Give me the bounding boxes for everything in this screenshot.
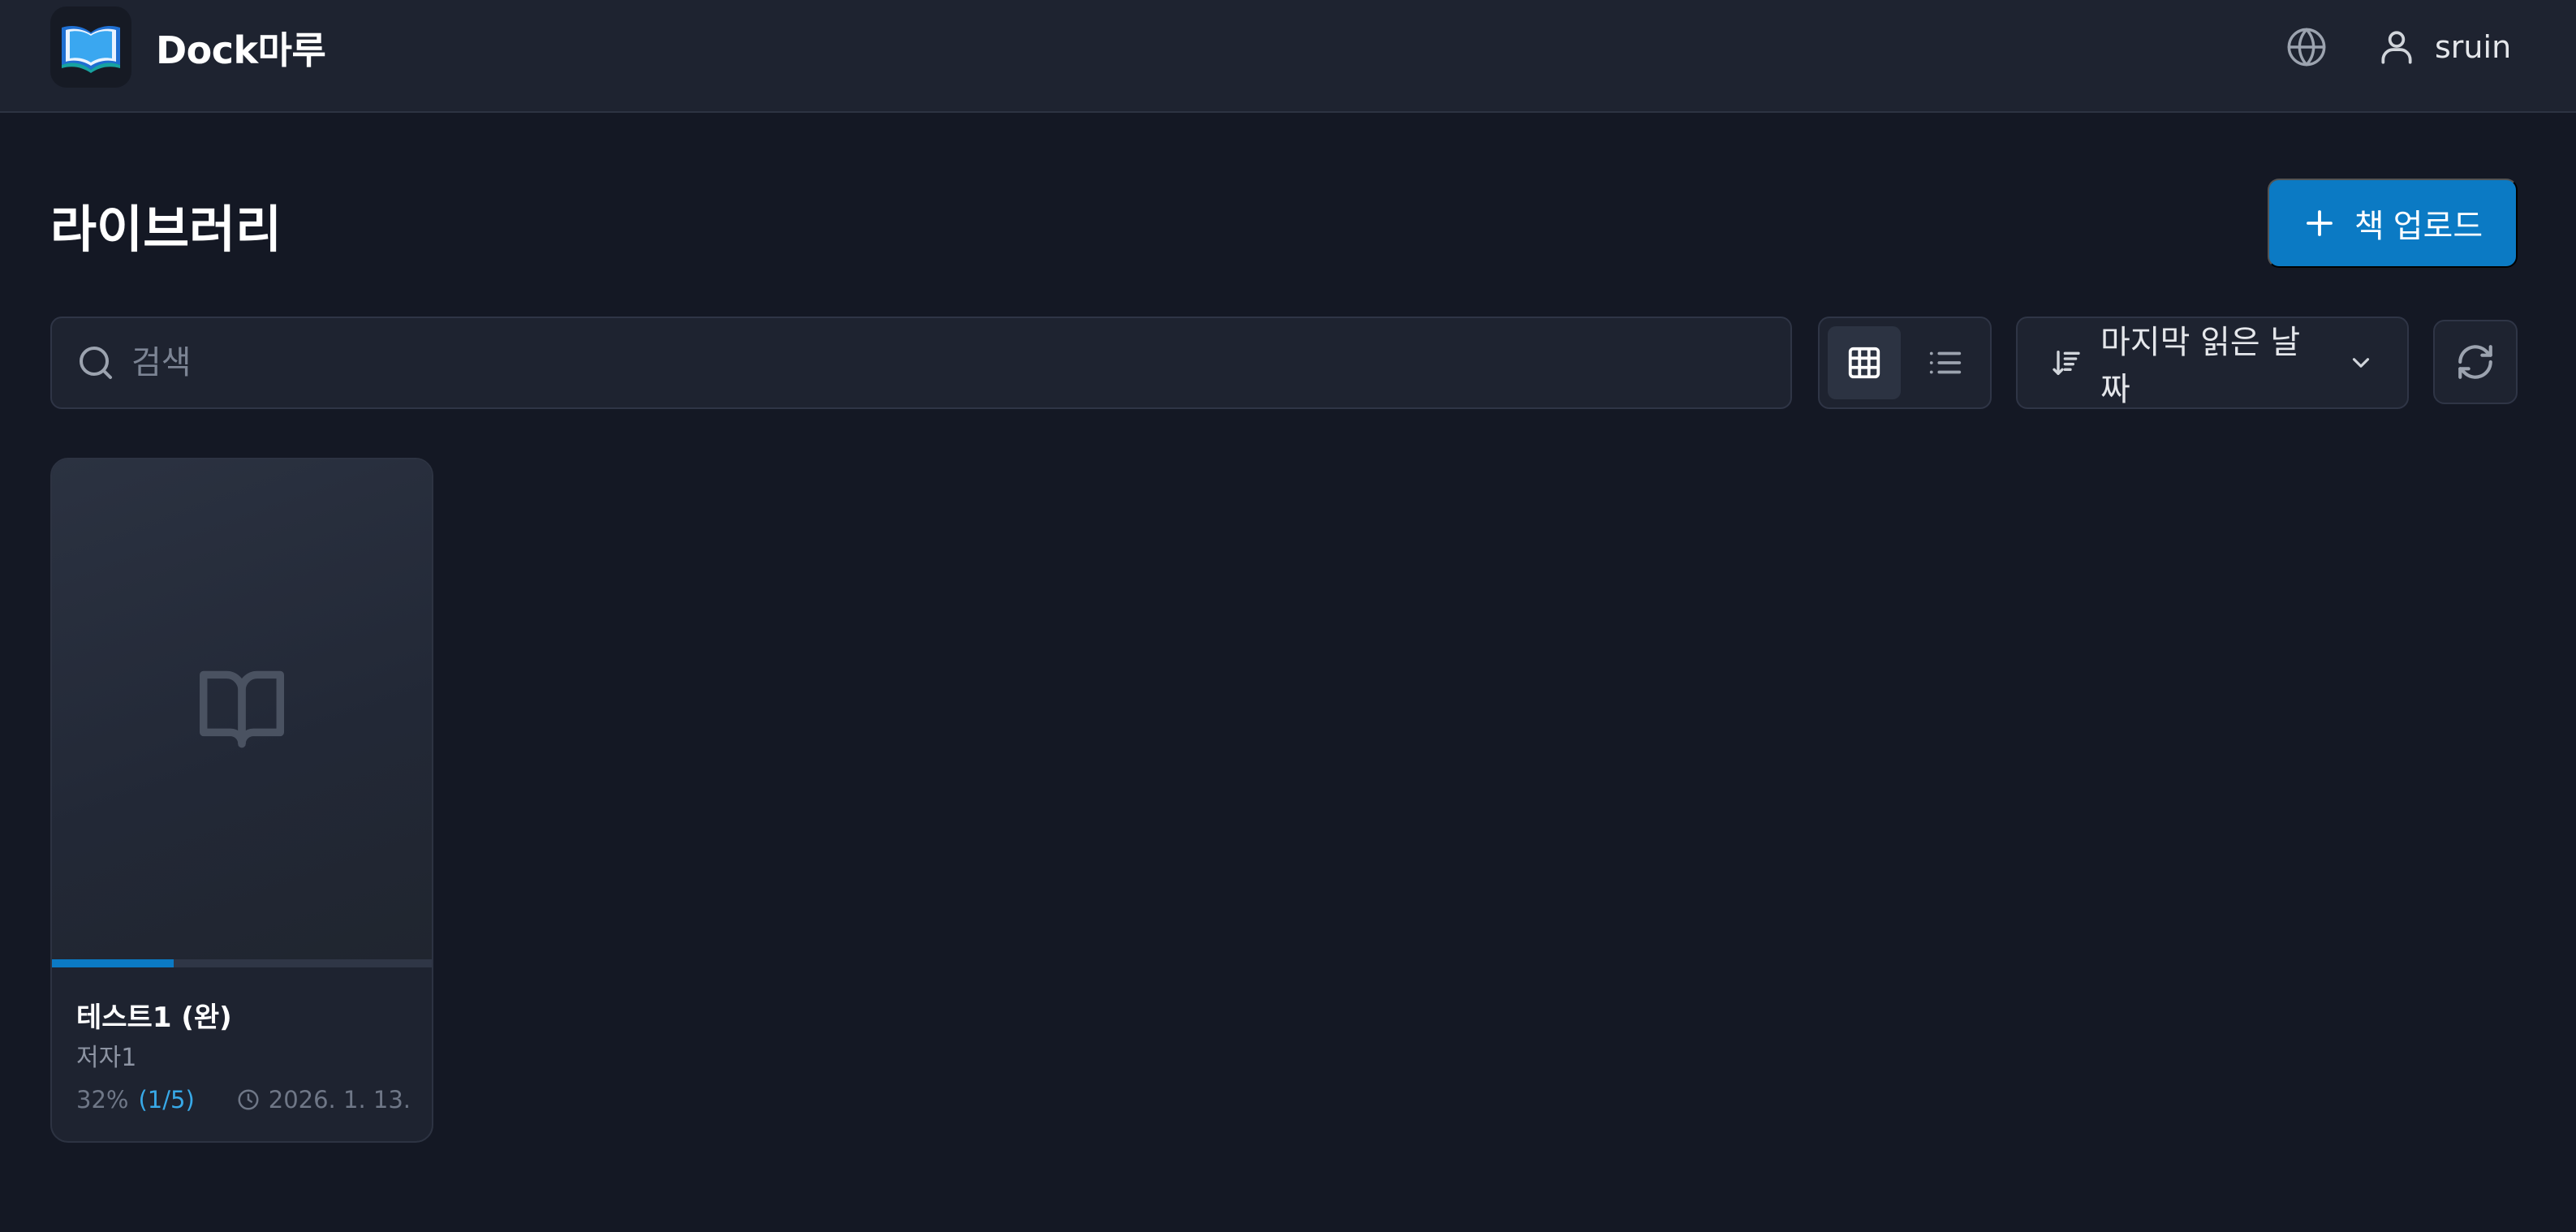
book-author: 저자1 — [76, 1044, 137, 1072]
refresh-icon — [2458, 345, 2492, 379]
user-icon — [2381, 31, 2412, 64]
page-title: 라이브러리 — [50, 200, 282, 259]
view-mode-toggle — [1818, 317, 1992, 409]
reading-progress-fill — [52, 959, 174, 967]
plus-icon — [2306, 210, 2333, 236]
sort-label: 마지막 읽은 날짜 — [2100, 324, 2301, 408]
username: sruin — [2435, 29, 2512, 65]
globe-icon — [2287, 28, 2326, 67]
user-menu-button[interactable]: sruin — [2376, 23, 2511, 71]
grid-view-button[interactable] — [1828, 326, 1901, 399]
search-box[interactable] — [50, 317, 1792, 409]
reading-progress-bar — [52, 959, 432, 967]
upload-book-button[interactable]: 책 업로드 — [2268, 179, 2518, 268]
language-button[interactable] — [2285, 26, 2328, 68]
search-icon — [80, 347, 112, 379]
app-name[interactable]: Dock마루 — [156, 21, 326, 75]
sort-descending-icon — [2053, 351, 2080, 375]
top-navigation-bar: Dock마루 sruin — [0, 0, 2576, 113]
search-input[interactable] — [131, 344, 1674, 381]
list-icon — [1929, 351, 1962, 374]
book-title: 테스트1 (완) — [76, 1002, 232, 1034]
last-read-date: 2026. 1. 13. — [268, 1086, 411, 1114]
app-logo[interactable] — [50, 6, 131, 88]
open-book-logo-icon — [62, 26, 120, 73]
sort-select[interactable]: 마지막 읽은 날짜 — [2016, 317, 2409, 409]
book-open-icon — [200, 670, 284, 748]
book-cover-placeholder — [52, 459, 432, 959]
chevron-down-icon — [2352, 358, 2370, 368]
refresh-button[interactable] — [2433, 320, 2518, 404]
upload-button-label: 책 업로드 — [2354, 209, 2483, 244]
clock-icon — [238, 1089, 259, 1110]
last-read: 2026. 1. 13. — [236, 1086, 411, 1114]
progress-percent: 32% — [76, 1086, 129, 1114]
book-card[interactable]: 테스트1 (완) 저자1 32% (1/5) 2026. 1. 13. — [50, 458, 433, 1143]
list-view-button[interactable] — [1909, 326, 1982, 399]
page-progress: (1/5) — [138, 1086, 195, 1114]
grid-icon — [1848, 347, 1880, 379]
book-meta: 32% (1/5) 2026. 1. 13. — [76, 1086, 411, 1114]
